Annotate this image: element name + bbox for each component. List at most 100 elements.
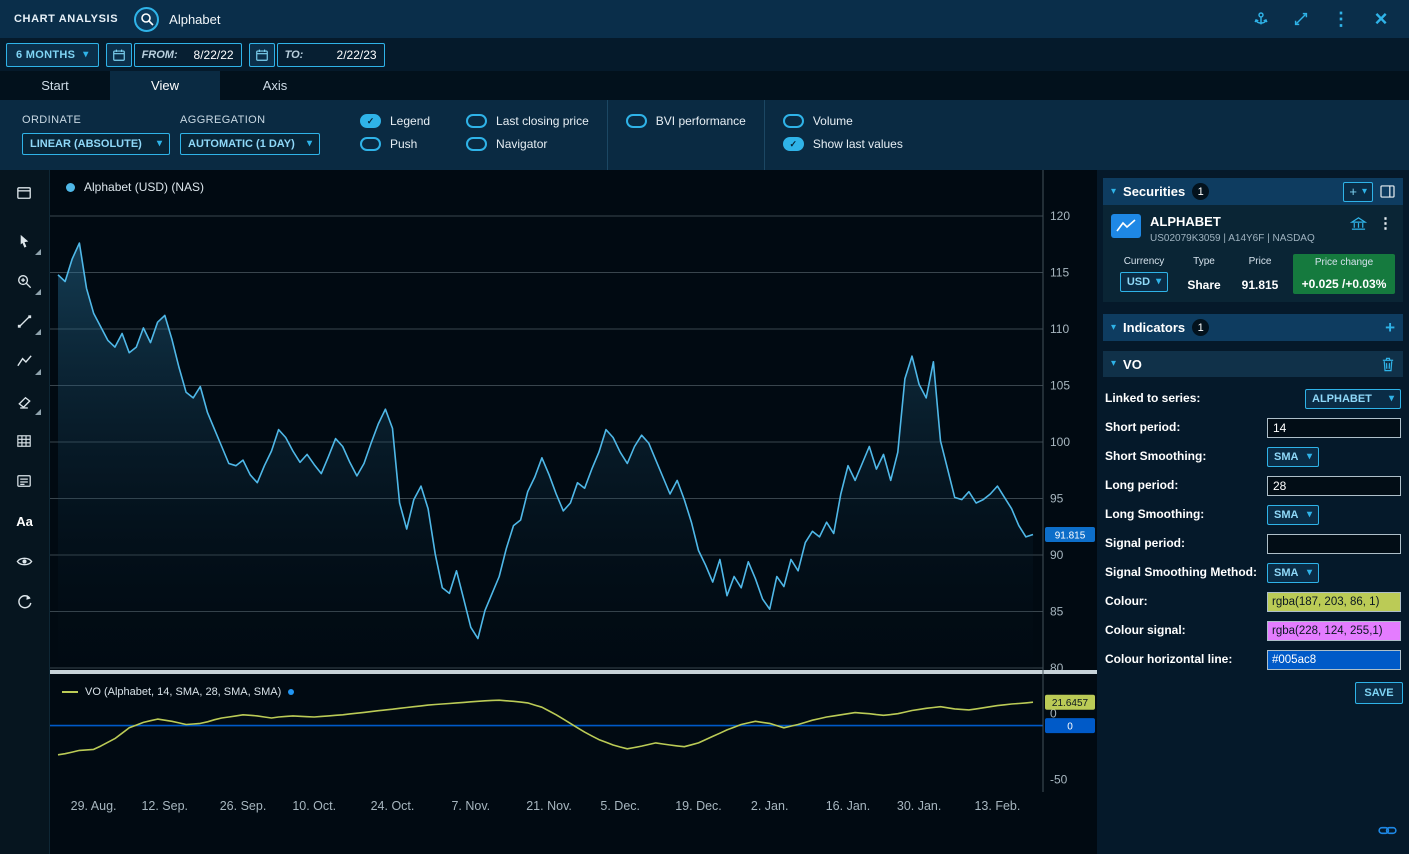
range-select[interactable]: 6 MONTHS ▾ — [6, 43, 99, 67]
field-label-colour-signal: Colour signal: — [1105, 624, 1267, 638]
field-short-smoothing[interactable]: SMA▾ — [1267, 447, 1319, 467]
securities-header[interactable]: ▾ Securities 1 + ▾ — [1103, 178, 1403, 205]
panels-icon[interactable] — [5, 176, 45, 210]
field-signal-period[interactable] — [1267, 534, 1401, 554]
search-input[interactable]: Alphabet — [169, 12, 220, 27]
security-card[interactable]: ALPHABET US02079K3059 | A14Y6F | NASDAQ … — [1103, 205, 1403, 302]
fullscreen-icon[interactable] — [1291, 9, 1311, 29]
checkbox-show-last-values[interactable]: ✓ Show last values — [783, 137, 903, 151]
from-value: 8/22/22 — [194, 48, 234, 62]
close-icon[interactable]: × — [1371, 9, 1391, 29]
checkbox-last-closing-price[interactable]: Last closing price — [466, 114, 589, 128]
checkbox-label: Show last values — [813, 137, 903, 151]
series-color-dot — [66, 183, 75, 192]
securities-title: Securities — [1123, 184, 1185, 199]
field-label-signal-smoothing-method: Signal Smoothing Method: — [1105, 566, 1267, 580]
checkbox-legend[interactable]: ✓Legend — [360, 114, 430, 128]
polyline-icon[interactable] — [5, 344, 45, 378]
svg-text:21.6457: 21.6457 — [1052, 698, 1089, 709]
svg-text:24. Oct.: 24. Oct. — [371, 799, 415, 813]
checkbox-unchecked-icon[interactable] — [466, 137, 487, 151]
chevron-down-icon: ▾ — [1307, 510, 1312, 520]
tab-axis[interactable]: Axis — [220, 71, 330, 100]
add-security-button[interactable]: + ▾ — [1343, 182, 1373, 202]
checkbox-unchecked-icon[interactable] — [466, 114, 487, 128]
add-indicator-icon[interactable]: + — [1385, 319, 1395, 336]
right-panel: ▾ Securities 1 + ▾ ALPHABET US02079K3059… — [1097, 170, 1409, 854]
field-label-long-smoothing: Long Smoothing: — [1105, 508, 1267, 522]
field-label-long-period: Long period: — [1105, 479, 1267, 493]
field-colour-horizontal-line[interactable] — [1267, 650, 1401, 670]
security-details: US02079K3059 | A14Y6F | NASDAQ — [1150, 233, 1341, 244]
vo-series-legend[interactable]: VO (Alphabet, 14, SMA, 28, SMA, SMA) — [62, 686, 294, 698]
checkbox-navigator[interactable]: Navigator — [466, 137, 589, 151]
exchange-icon[interactable] — [1350, 216, 1367, 232]
trash-icon[interactable] — [1381, 357, 1395, 372]
tab-start[interactable]: Start — [0, 71, 110, 100]
series-legend-label: Alphabet (USD) (NAS) — [84, 180, 204, 194]
checkbox-unchecked-icon[interactable] — [360, 137, 381, 151]
collapse-icon[interactable]: ▾ — [1111, 187, 1116, 197]
securities-count-badge: 1 — [1192, 183, 1209, 200]
checkbox-bvi-performance[interactable]: BVI performance — [626, 114, 746, 128]
svg-text:7. Nov.: 7. Nov. — [451, 799, 490, 813]
range-label: 6 MONTHS — [16, 49, 75, 61]
link-icon[interactable] — [1378, 824, 1397, 837]
range-toolbar: 6 MONTHS ▾ FROM: 8/22/22 TO: 2/22/23 — [0, 38, 1409, 71]
collapse-icon[interactable]: ▾ — [1111, 323, 1116, 333]
checkbox-push[interactable]: Push — [360, 137, 430, 151]
collapse-icon[interactable]: ▾ — [1111, 359, 1116, 369]
svg-text:26. Sep.: 26. Sep. — [220, 799, 267, 813]
field-label-short-period: Short period: — [1105, 421, 1267, 435]
currency-select[interactable]: USD ▾ — [1120, 272, 1168, 292]
field-colour[interactable] — [1267, 592, 1401, 612]
reset-view-icon[interactable] — [5, 584, 45, 618]
checkbox-unchecked-icon[interactable] — [626, 114, 647, 128]
field-colour-signal[interactable] — [1267, 621, 1401, 641]
chart-canvas[interactable]: 120115110105100959085800-5029. Aug.12. S… — [50, 170, 1097, 820]
trend-line-icon[interactable] — [5, 304, 45, 338]
grid-icon[interactable] — [5, 424, 45, 458]
checkbox-volume[interactable]: Volume — [783, 114, 903, 128]
legend-box-icon[interactable] — [5, 464, 45, 498]
aggregation-select[interactable]: AUTOMATIC (1 DAY) ▾ — [180, 133, 320, 155]
checkbox-unchecked-icon[interactable] — [783, 114, 804, 128]
field-label-linked-to-series: Linked to series: — [1105, 392, 1267, 406]
cursor-icon[interactable] — [5, 224, 45, 258]
pin-icon[interactable] — [1251, 9, 1271, 29]
security-menu-icon[interactable]: ⋮ — [1378, 214, 1393, 232]
vo-indicator-title: VO — [1123, 357, 1142, 372]
field-label-colour-horizontal-line: Colour horizontal line: — [1105, 653, 1267, 667]
price-series-legend[interactable]: Alphabet (USD) (NAS) — [66, 180, 204, 194]
vo-indicator-header[interactable]: ▾ VO — [1103, 351, 1403, 377]
from-date-input[interactable]: FROM: 8/22/22 — [134, 43, 242, 67]
more-menu-icon[interactable]: ⋮ — [1331, 9, 1351, 29]
indicators-header[interactable]: ▾ Indicators 1 + — [1103, 314, 1403, 341]
field-linked-to-series[interactable]: ALPHABET▾ — [1305, 389, 1401, 409]
chevron-down-icon: ▾ — [1389, 394, 1394, 404]
field-long-smoothing[interactable]: SMA▾ — [1267, 505, 1319, 525]
search-icon[interactable] — [134, 7, 159, 32]
calendar-icon[interactable] — [249, 43, 275, 67]
currency-value: USD — [1127, 276, 1150, 288]
visibility-icon[interactable] — [5, 544, 45, 578]
chevron-down-icon: ▾ — [307, 139, 312, 149]
drawing-toolbar: Aa — [0, 170, 50, 854]
field-long-period[interactable] — [1267, 476, 1401, 496]
panel-layout-icon[interactable] — [1380, 185, 1395, 198]
price-change-label: Price change — [1315, 257, 1373, 268]
field-short-period[interactable] — [1267, 418, 1401, 438]
save-button[interactable]: SAVE — [1355, 682, 1403, 704]
zoom-in-icon[interactable] — [5, 264, 45, 298]
calendar-icon[interactable] — [106, 43, 132, 67]
field-signal-smoothing-method[interactable]: SMA▾ — [1267, 563, 1319, 583]
ordinate-select[interactable]: LINEAR (ABSOLUTE) ▾ — [22, 133, 170, 155]
eraser-icon[interactable] — [5, 384, 45, 418]
svg-text:100: 100 — [1050, 435, 1070, 449]
to-date-input[interactable]: TO: 2/22/23 — [277, 43, 385, 67]
checkbox-checked-icon[interactable]: ✓ — [360, 114, 381, 128]
tab-view[interactable]: View — [110, 71, 220, 100]
from-label: FROM: — [142, 49, 178, 61]
text-tool-icon[interactable]: Aa — [5, 504, 45, 538]
checkbox-checked-icon[interactable]: ✓ — [783, 137, 804, 151]
